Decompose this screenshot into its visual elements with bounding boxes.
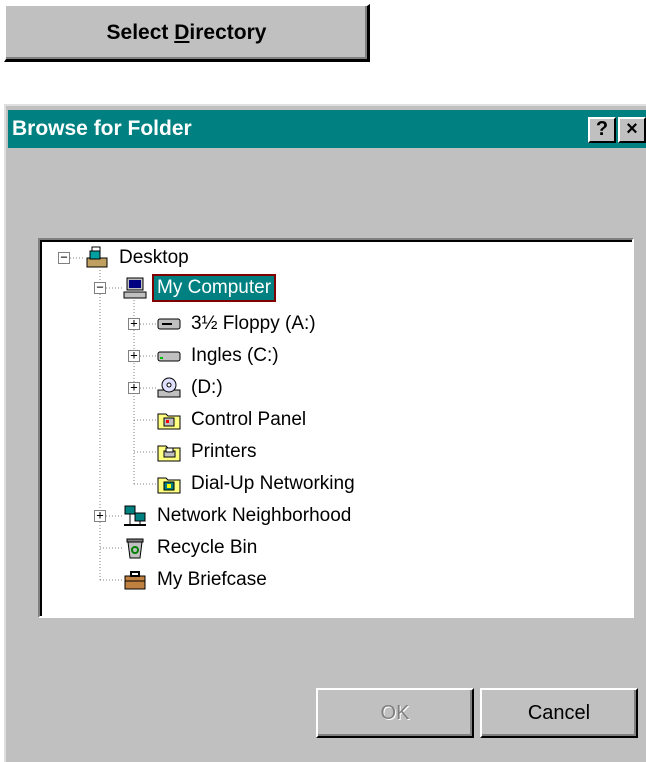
dialog-title: Browse for Folder [12,117,192,140]
tree-item-printers[interactable]: Printers [156,437,259,467]
desktop-icon [86,246,108,268]
tree-item-recycle-bin[interactable]: Recycle Bin [122,533,260,563]
tree-item-control-panel[interactable]: Control Panel [156,405,309,435]
browse-for-folder-dialog: Browse for Folder ? × − − + + + + Deskto… [4,104,646,762]
floppy-drive-icon [157,318,181,330]
hard-drive-icon [157,351,181,362]
tree-item-my-briefcase[interactable]: My Briefcase [122,565,270,595]
tree-item-floppy-a[interactable]: 3½ Floppy (A:) [156,309,319,339]
expand-c-drive-toggle[interactable]: + [128,349,140,362]
close-button[interactable]: × [618,117,646,143]
help-button[interactable]: ? [588,117,616,143]
tree-item-my-computer[interactable]: My Computer [122,273,277,303]
select-directory-button[interactable]: Select Directory [4,4,370,62]
collapse-desktop-toggle[interactable]: − [58,251,70,264]
computer-icon [123,277,147,299]
folder-tree[interactable]: − − + + + + Desktop My Computer 3½ Flopp… [38,238,634,618]
recycle-bin-icon [126,538,144,559]
cancel-button[interactable]: Cancel [480,688,638,738]
tree-item-dialup-networking[interactable]: Dial-Up Networking [156,469,358,499]
ok-button[interactable]: OK [316,688,474,738]
collapse-my-computer-toggle[interactable]: − [94,281,106,294]
expand-d-drive-toggle[interactable]: + [128,381,140,394]
tree-item-network-neighborhood[interactable]: Network Neighborhood [122,501,354,531]
tree-item-d-drive[interactable]: (D:) [156,373,226,403]
printers-folder-icon [157,445,181,462]
network-icon [124,505,146,526]
expand-floppy-toggle[interactable]: + [128,317,140,330]
expand-network-toggle[interactable]: + [94,509,106,522]
tree-item-desktop[interactable]: Desktop [84,243,192,273]
dialup-folder-icon [157,477,181,494]
briefcase-icon [124,571,146,590]
control-panel-folder-icon [157,413,181,430]
dialog-titlebar[interactable]: Browse for Folder ? × [8,110,646,148]
cdrom-drive-icon [157,377,181,398]
select-directory-label: Select Directory [106,20,267,44]
tree-item-c-drive[interactable]: Ingles (C:) [156,341,282,371]
